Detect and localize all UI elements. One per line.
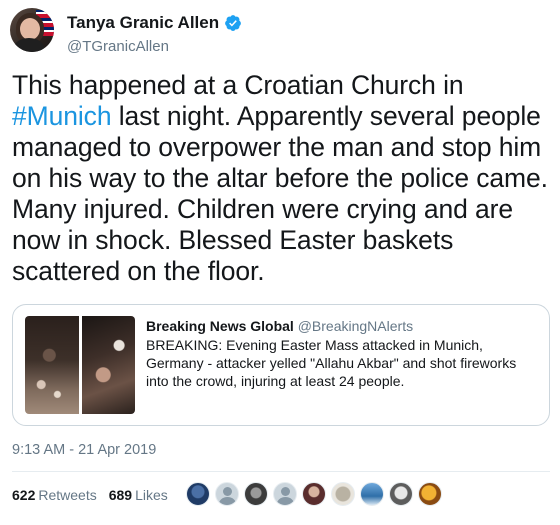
tweet-header: Tanya Granic Allen @TGranicAllen <box>10 8 242 55</box>
author-names: Tanya Granic Allen @TGranicAllen <box>67 13 242 55</box>
liker-avatar[interactable] <box>302 482 326 506</box>
liker-avatar[interactable] <box>244 482 268 506</box>
liker-avatar[interactable] <box>186 482 210 506</box>
quoted-tweet-text: BREAKING: Evening Easter Mass attacked i… <box>146 337 517 389</box>
quoted-tweet-media[interactable] <box>25 316 135 414</box>
likes-label: Likes <box>135 487 168 503</box>
liker-avatar[interactable] <box>389 482 413 506</box>
liker-avatar[interactable] <box>215 482 239 506</box>
quoted-tweet-card[interactable]: Breaking News Global @BreakingNAlerts BR… <box>12 304 550 426</box>
author-handle[interactable]: @TGranicAllen <box>67 38 242 55</box>
tweet-text-part: This happened at a Croatian Church in <box>12 70 464 100</box>
quoted-tweet-body: Breaking News Global @BreakingNAlerts BR… <box>146 317 541 390</box>
retweets-count: 622 <box>12 487 36 503</box>
tweet-text: This happened at a Croatian Church in #M… <box>12 70 552 287</box>
media-photo <box>81 316 135 414</box>
liker-avatars <box>186 482 447 506</box>
liker-avatar[interactable] <box>418 482 442 506</box>
quoted-display-name: Breaking News Global <box>146 318 294 334</box>
quoted-handle: @BreakingNAlerts <box>297 318 414 334</box>
likes-count: 689 <box>108 487 133 503</box>
tweet-timestamp[interactable]: 9:13 AM - 21 Apr 2019 <box>12 442 156 458</box>
hashtag-link[interactable]: #Munich <box>12 101 112 131</box>
verified-badge-icon <box>225 15 241 31</box>
tweet-stats: 622 Retweets 689 Likes <box>12 487 168 503</box>
retweets-stat[interactable]: 622 Retweets <box>12 487 97 503</box>
likes-stat[interactable]: 689 Likes <box>109 487 168 503</box>
retweets-label: Retweets <box>38 487 97 503</box>
media-photo <box>25 316 79 414</box>
liker-avatar[interactable] <box>331 482 355 506</box>
author-avatar[interactable] <box>10 8 54 52</box>
liker-avatar[interactable] <box>360 482 384 506</box>
liker-avatar[interactable] <box>273 482 297 506</box>
divider <box>12 471 550 472</box>
author-display-name[interactable]: Tanya Granic Allen <box>67 13 219 33</box>
